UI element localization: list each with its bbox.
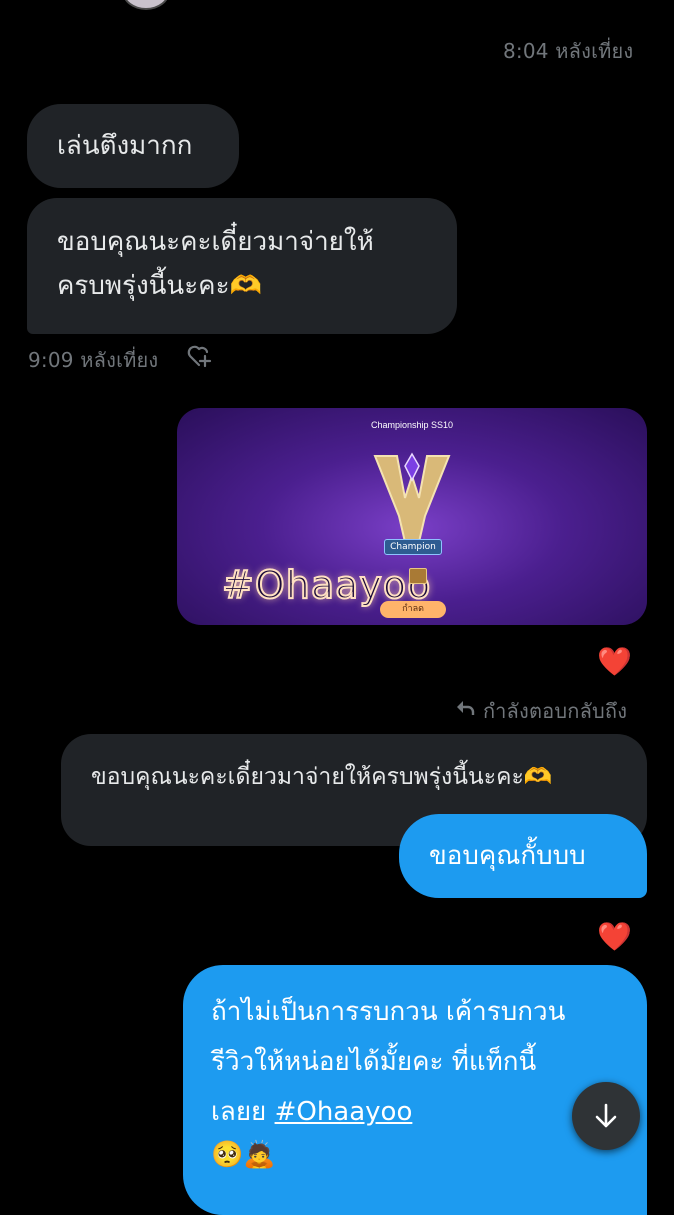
incoming-message[interactable]: ขอบคุณนะคะเดี๋ยวมาจ่ายให้ ครบพรุ่งนี้นะค… — [27, 198, 457, 334]
message-text: ถ้าไม่เป็นการรบกวน เค้ารบกวน — [211, 997, 566, 1027]
banner-title: Championship SS10 — [370, 420, 454, 430]
heart-reaction[interactable]: ❤️ — [597, 923, 632, 951]
reply-arrow-icon — [454, 697, 476, 719]
timestamp-incoming: 9:09 หลังเที่ยง — [28, 348, 159, 372]
scroll-down-button[interactable] — [572, 1082, 640, 1150]
heart-reaction[interactable]: ❤️ — [597, 648, 632, 676]
message-text: เล่นตึงมากก — [57, 131, 193, 161]
timestamp-top: 8:04 หลังเที่ยง — [503, 39, 634, 63]
message-text-line3: เลยย #Ohaayoo — [211, 1087, 617, 1137]
message-text: ครบพรุ่งนี้นะคะ🫶 — [57, 271, 262, 301]
message-text: เลยย — [211, 1097, 275, 1127]
outgoing-message[interactable]: ถ้าไม่เป็นการรบกวน เค้ารบกวน รีวิวให้หน่… — [183, 965, 647, 1215]
arrow-down-icon — [591, 1101, 621, 1131]
incoming-message[interactable]: เล่นตึงมากก — [27, 104, 239, 188]
message-text: ขอบคุณกั้บบบ — [429, 841, 586, 871]
heart-plus-icon[interactable] — [186, 343, 212, 369]
quoted-text: ขอบคุณนะคะเดี๋ยวมาจ่ายให้ครบพรุ่งนี้นะคะ… — [91, 764, 553, 790]
champion-badge: Champion — [384, 539, 442, 555]
chest-icon — [409, 568, 427, 584]
message-emoji: 🥺🙇 — [211, 1140, 276, 1170]
image-message[interactable]: Championship SS10 Champion #Ohaayoo กำลด — [177, 408, 647, 625]
reply-context: กำลังตอบกลับถึง — [483, 699, 628, 723]
image-action-button: กำลด — [380, 601, 446, 618]
outgoing-message[interactable]: ขอบคุณกั้บบบ — [399, 814, 647, 898]
message-text: รีวิวให้หน่อยได้มั้ยคะ ที่แท็กนี้ — [211, 1047, 537, 1077]
message-text: ขอบคุณนะคะเดี๋ยวมาจ่ายให้ — [57, 227, 374, 257]
hashtag-link[interactable]: #Ohaayoo — [275, 1097, 413, 1127]
avatar[interactable] — [122, 0, 170, 10]
